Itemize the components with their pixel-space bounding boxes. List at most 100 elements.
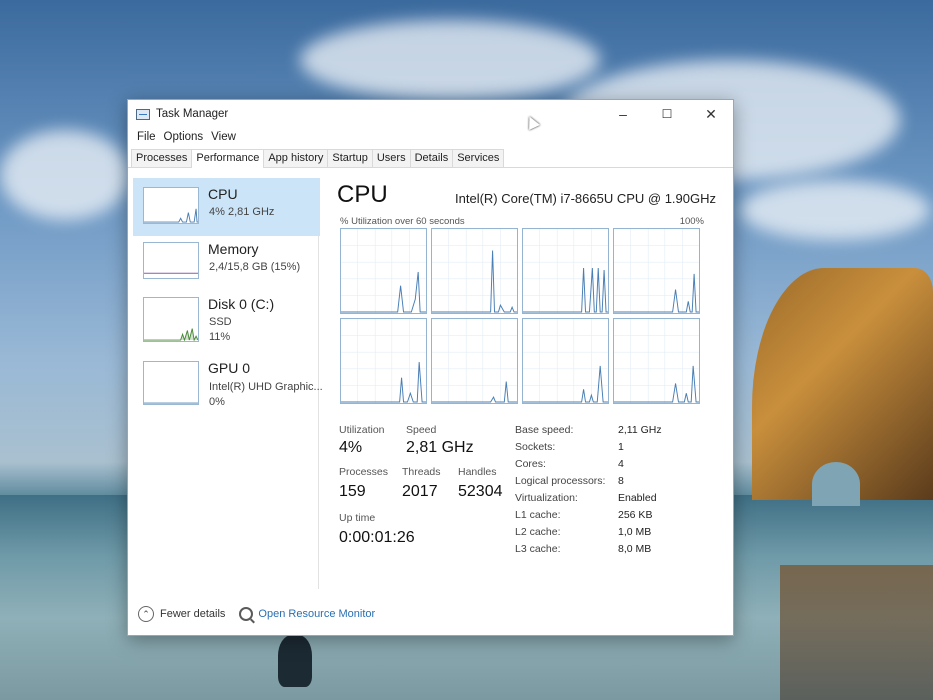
minimize-button[interactable]: – xyxy=(601,100,645,128)
uptime-label: Up time xyxy=(339,512,376,524)
spec-row: Base speed: 2,11 GHz xyxy=(515,424,715,441)
core-graph xyxy=(613,228,700,314)
sidebar-item-cpu[interactable]: CPU 4% 2,81 GHz xyxy=(133,178,320,236)
spec-row: L2 cache: 1,0 MB xyxy=(515,526,715,543)
spec-value: 256 KB xyxy=(618,509,653,521)
processes-value: 159 xyxy=(339,483,366,500)
gpu-mini-graph xyxy=(143,361,199,405)
spec-value: 1,0 MB xyxy=(618,526,652,538)
utilization-label: Utilization xyxy=(339,424,385,436)
spec-value: Enabled xyxy=(618,492,657,504)
threads-value: 2017 xyxy=(402,483,438,500)
rock-reflection xyxy=(780,565,933,700)
sidebar-item-sub: Intel(R) UHD Graphic... xyxy=(209,381,323,393)
chevron-up-icon[interactable]: ⌃ xyxy=(138,606,154,622)
sidebar-item-disk[interactable]: Disk 0 (C:) SSD 11% xyxy=(134,289,319,345)
spec-row: Sockets: 1 xyxy=(515,441,715,458)
sidebar-item-sub: SSD xyxy=(209,316,232,328)
spec-key: Virtualization: xyxy=(515,492,578,504)
tab-performance[interactable]: Performance xyxy=(191,149,265,168)
window-controls: – ☐ ✕ xyxy=(601,100,733,128)
sidebar-item-title: Memory xyxy=(208,241,259,257)
sidebar-item-sub: 0% xyxy=(209,396,225,408)
spec-key: L3 cache: xyxy=(515,543,561,555)
tab-processes[interactable]: Processes xyxy=(131,149,193,167)
core-graph xyxy=(431,228,518,314)
cpu-mini-graph xyxy=(143,187,199,224)
sidebar-item-title: CPU xyxy=(208,186,238,202)
close-button[interactable]: ✕ xyxy=(689,100,733,128)
title-bar[interactable]: Task Manager – ☐ ✕ xyxy=(128,100,733,128)
core-graph xyxy=(522,228,609,314)
open-resource-monitor-link[interactable]: Open Resource Monitor xyxy=(258,608,375,620)
sidebar-item-sub: 11% xyxy=(209,331,231,343)
core-graph xyxy=(340,228,427,314)
tab-app-history[interactable]: App history xyxy=(263,149,329,167)
sidebar-item-title: GPU 0 xyxy=(208,360,251,376)
spec-row: L1 cache: 256 KB xyxy=(515,509,715,526)
cpu-core-graphs xyxy=(340,228,702,404)
menu-file[interactable]: File xyxy=(133,131,160,143)
tab-startup[interactable]: Startup xyxy=(327,149,373,167)
speed-label: Speed xyxy=(406,424,437,436)
core-graph xyxy=(613,318,700,404)
spec-value: 8 xyxy=(618,475,624,487)
graph-caption: % Utilization over 60 seconds xyxy=(340,216,465,227)
cloud xyxy=(300,20,600,100)
menu-options[interactable]: Options xyxy=(160,131,208,143)
spec-row: Cores: 4 xyxy=(515,458,715,475)
spec-value: 2,11 GHz xyxy=(618,424,662,436)
resource-list: CPU 4% 2,81 GHz Memory 2,4/15,8 GB (15%)… xyxy=(132,178,323,589)
core-graph xyxy=(431,318,518,404)
task-manager-window: Task Manager – ☐ ✕ File Options View Pro… xyxy=(127,99,734,636)
tab-services[interactable]: Services xyxy=(452,149,505,167)
performance-panel: CPU 4% 2,81 GHz Memory 2,4/15,8 GB (15%)… xyxy=(128,169,733,635)
cpu-model: Intel(R) Core(TM) i7-8665U CPU @ 1.90GHz xyxy=(455,191,716,206)
task-manager-icon xyxy=(136,108,150,120)
processes-label: Processes xyxy=(339,466,389,478)
spec-value: 1 xyxy=(618,441,624,453)
utilization-value: 4% xyxy=(339,439,363,456)
memory-mini-graph xyxy=(143,242,199,279)
footer: ⌃ Fewer details Open Resource Monitor xyxy=(138,606,375,622)
handles-label: Handles xyxy=(458,466,497,478)
handles-value: 52304 xyxy=(458,483,503,500)
cloud xyxy=(740,180,930,240)
graph-max-label: 100% xyxy=(679,216,704,227)
spec-row: Virtualization: Enabled xyxy=(515,492,715,509)
maximize-button[interactable]: ☐ xyxy=(645,100,689,128)
sidebar-item-memory[interactable]: Memory 2,4/15,8 GB (15%) xyxy=(134,234,319,290)
fewer-details-button[interactable]: Fewer details xyxy=(160,608,225,620)
tab-details[interactable]: Details xyxy=(409,149,454,167)
core-graph xyxy=(522,318,609,404)
speed-value: 2,81 GHz xyxy=(406,439,474,456)
spec-key: Base speed: xyxy=(515,424,574,436)
spec-row: L3 cache: 8,0 MB xyxy=(515,543,715,560)
cloud xyxy=(0,130,130,220)
window-title: Task Manager xyxy=(156,108,229,120)
sidebar-item-gpu[interactable]: GPU 0 Intel(R) UHD Graphic... 0% xyxy=(134,353,323,409)
spec-key: Cores: xyxy=(515,458,546,470)
threads-label: Threads xyxy=(402,466,441,478)
spec-value: 4 xyxy=(618,458,624,470)
cpu-heading: CPU xyxy=(337,181,388,208)
menu-view[interactable]: View xyxy=(207,131,240,143)
spec-key: Logical processors: xyxy=(515,475,606,487)
sidebar-item-sub: 2,4/15,8 GB (15%) xyxy=(209,261,301,273)
silhouette xyxy=(278,635,312,687)
spec-key: L1 cache: xyxy=(515,509,561,521)
core-graph xyxy=(340,318,427,404)
sidebar-item-sub: 4% 2,81 GHz xyxy=(209,206,275,218)
sidebar-item-title: Disk 0 (C:) xyxy=(208,296,275,312)
spec-row: Logical processors: 8 xyxy=(515,475,715,492)
resource-monitor-icon xyxy=(239,607,254,621)
tab-users[interactable]: Users xyxy=(371,149,411,167)
tab-bar: Processes Performance App history Startu… xyxy=(128,146,733,168)
spec-key: Sockets: xyxy=(515,441,556,453)
spec-value: 8,0 MB xyxy=(618,543,652,555)
rock-arch-opening xyxy=(812,462,860,506)
spec-key: L2 cache: xyxy=(515,526,561,538)
disk-mini-graph xyxy=(143,297,199,342)
menu-bar: File Options View xyxy=(128,128,733,146)
uptime-value: 0:00:01:26 xyxy=(339,529,415,546)
